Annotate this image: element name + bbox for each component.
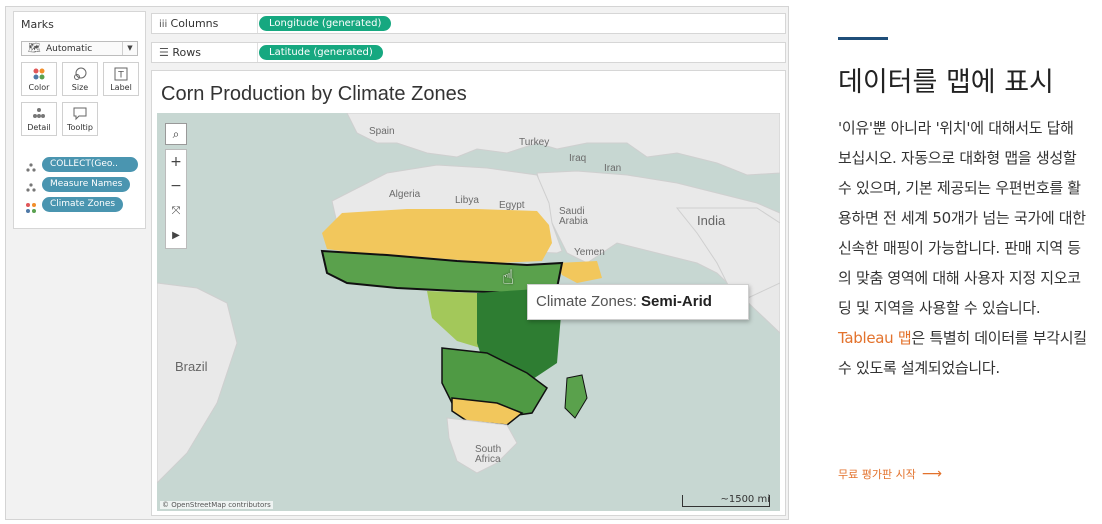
viz-panel: Corn Production by Climate Zones Spain T… (151, 70, 786, 516)
detail-icon (25, 159, 37, 172)
measure-names-pill[interactable]: Measure Names (42, 177, 131, 192)
columns-label: Columns (170, 17, 219, 30)
mark-type-dropdown[interactable]: 🗺 Automatic ▼ (21, 41, 138, 56)
free-trial-label: 무료 평가판 시작 (838, 468, 916, 481)
latitude-pill[interactable]: Latitude (generated) (259, 45, 383, 60)
expand-toolbar-button[interactable]: ▶ (166, 222, 186, 246)
zoom-out-button[interactable]: − (166, 174, 186, 198)
label-label: Label (110, 83, 132, 92)
tooltip-value: Semi-Arid (641, 293, 712, 310)
marks-title: Marks (21, 18, 54, 31)
body-text-before: '이유'뿐 아니라 '위치'에 대해서도 답해 보십시오. 자동으로 대화형 맵… (838, 119, 1086, 317)
color-label: Color (28, 83, 50, 92)
south-america-land (157, 282, 238, 484)
search-icon: ⌕ (172, 127, 180, 141)
rows-icon: ☰ (159, 46, 173, 59)
map-label-turkey: Turkey (519, 137, 550, 148)
map-label-egypt: Egypt (499, 200, 525, 211)
climate-zones-pill[interactable]: Climate Zones (42, 197, 124, 212)
color-button[interactable]: Color (21, 62, 57, 96)
map-attribution[interactable]: © OpenStreetMap contributors (160, 501, 273, 509)
section-heading: 데이터를 맵에 표시 (838, 67, 1054, 98)
detail-icon (25, 179, 37, 192)
semi-arid-horn (557, 261, 602, 283)
reset-map-button[interactable]: ⤧ (166, 198, 186, 222)
collect-geo-pill[interactable]: COLLECT(Geo.. (42, 157, 138, 172)
chevron-down-icon[interactable]: ▼ (122, 42, 137, 55)
marks-card: Marks 🗺 Automatic ▼ Color Size T Label D… (13, 11, 146, 229)
map-scale-text: ~1500 mi (720, 494, 770, 505)
zoom-in-button[interactable]: + (166, 150, 186, 174)
columns-shelf[interactable]: iii Columns Longitude (generated) (151, 13, 786, 34)
madagascar (564, 374, 588, 419)
map-label-saudi-arabia: Saudi Arabia (559, 206, 588, 227)
europe-land (346, 113, 780, 176)
map-label-iraq: Iraq (569, 153, 587, 164)
longitude-pill[interactable]: Longitude (generated) (259, 16, 392, 31)
rows-shelf[interactable]: ☰ Rows Latitude (generated) (151, 42, 786, 63)
rows-label: Rows (172, 46, 201, 59)
svg-text:T: T (117, 71, 124, 81)
hand-cursor-icon: ☝ (502, 265, 515, 289)
shelf-divider (257, 14, 258, 33)
rows-shelf-label: ☰ Rows (159, 46, 201, 59)
map-search-button[interactable]: ⌕ (165, 123, 187, 145)
accent-divider (838, 37, 888, 40)
size-label: Size (71, 83, 89, 92)
tooltip-label: Tooltip (67, 123, 93, 132)
map-globe-icon: 🗺 (28, 43, 41, 54)
detail-icon (22, 103, 56, 123)
columns-shelf-label: iii Columns (159, 17, 218, 30)
section-body: '이유'뿐 아니라 '위치'에 대해서도 답해 보십시오. 자동으로 대화형 맵… (838, 113, 1088, 383)
tableau-maps-link[interactable]: Tableau 맵 (838, 329, 912, 347)
size-button[interactable]: Size (62, 62, 98, 96)
map-label-south-africa: South Africa (475, 444, 502, 465)
tableau-workspace: Marks 🗺 Automatic ▼ Color Size T Label D… (5, 6, 789, 520)
viz-title: Corn Production by Climate Zones (161, 83, 467, 105)
map-zoom-toolbar: + − ⤧ ▶ (165, 149, 187, 249)
map-tooltip: Climate Zones: Semi-Arid (527, 284, 749, 320)
map-view[interactable]: Spain Turkey Iraq Iran Algeria Libya Egy… (157, 113, 780, 511)
mark-type-label: Automatic (46, 44, 93, 54)
detail-button[interactable]: Detail (21, 102, 57, 136)
reset-map-icon: ⤧ (171, 204, 181, 217)
label-button[interactable]: T Label (103, 62, 139, 96)
free-trial-link[interactable]: 무료 평가판 시작 ⟶ (838, 466, 942, 482)
tooltip-button[interactable]: Tooltip (62, 102, 98, 136)
map-label-iran: Iran (604, 163, 622, 174)
color-dots-icon (25, 199, 37, 213)
map-label-spain: Spain (369, 126, 395, 137)
arrow-right-icon: ⟶ (921, 466, 942, 482)
detail-label: Detail (27, 123, 51, 132)
map-label-algeria: Algeria (389, 189, 421, 200)
shelf-divider (257, 43, 258, 62)
map-label-brazil: Brazil (175, 359, 208, 374)
size-icon (63, 63, 97, 83)
tooltip-key: Climate Zones: (536, 293, 637, 310)
map-label-libya: Libya (455, 195, 479, 206)
tooltip-icon (63, 103, 97, 123)
map-label-yemen: Yemen (574, 247, 605, 258)
columns-icon: iii (159, 19, 171, 30)
color-dots-icon (22, 63, 56, 83)
play-arrow-icon: ▶ (172, 230, 180, 241)
map-label-india: India (697, 213, 726, 228)
label-icon: T (104, 63, 138, 83)
